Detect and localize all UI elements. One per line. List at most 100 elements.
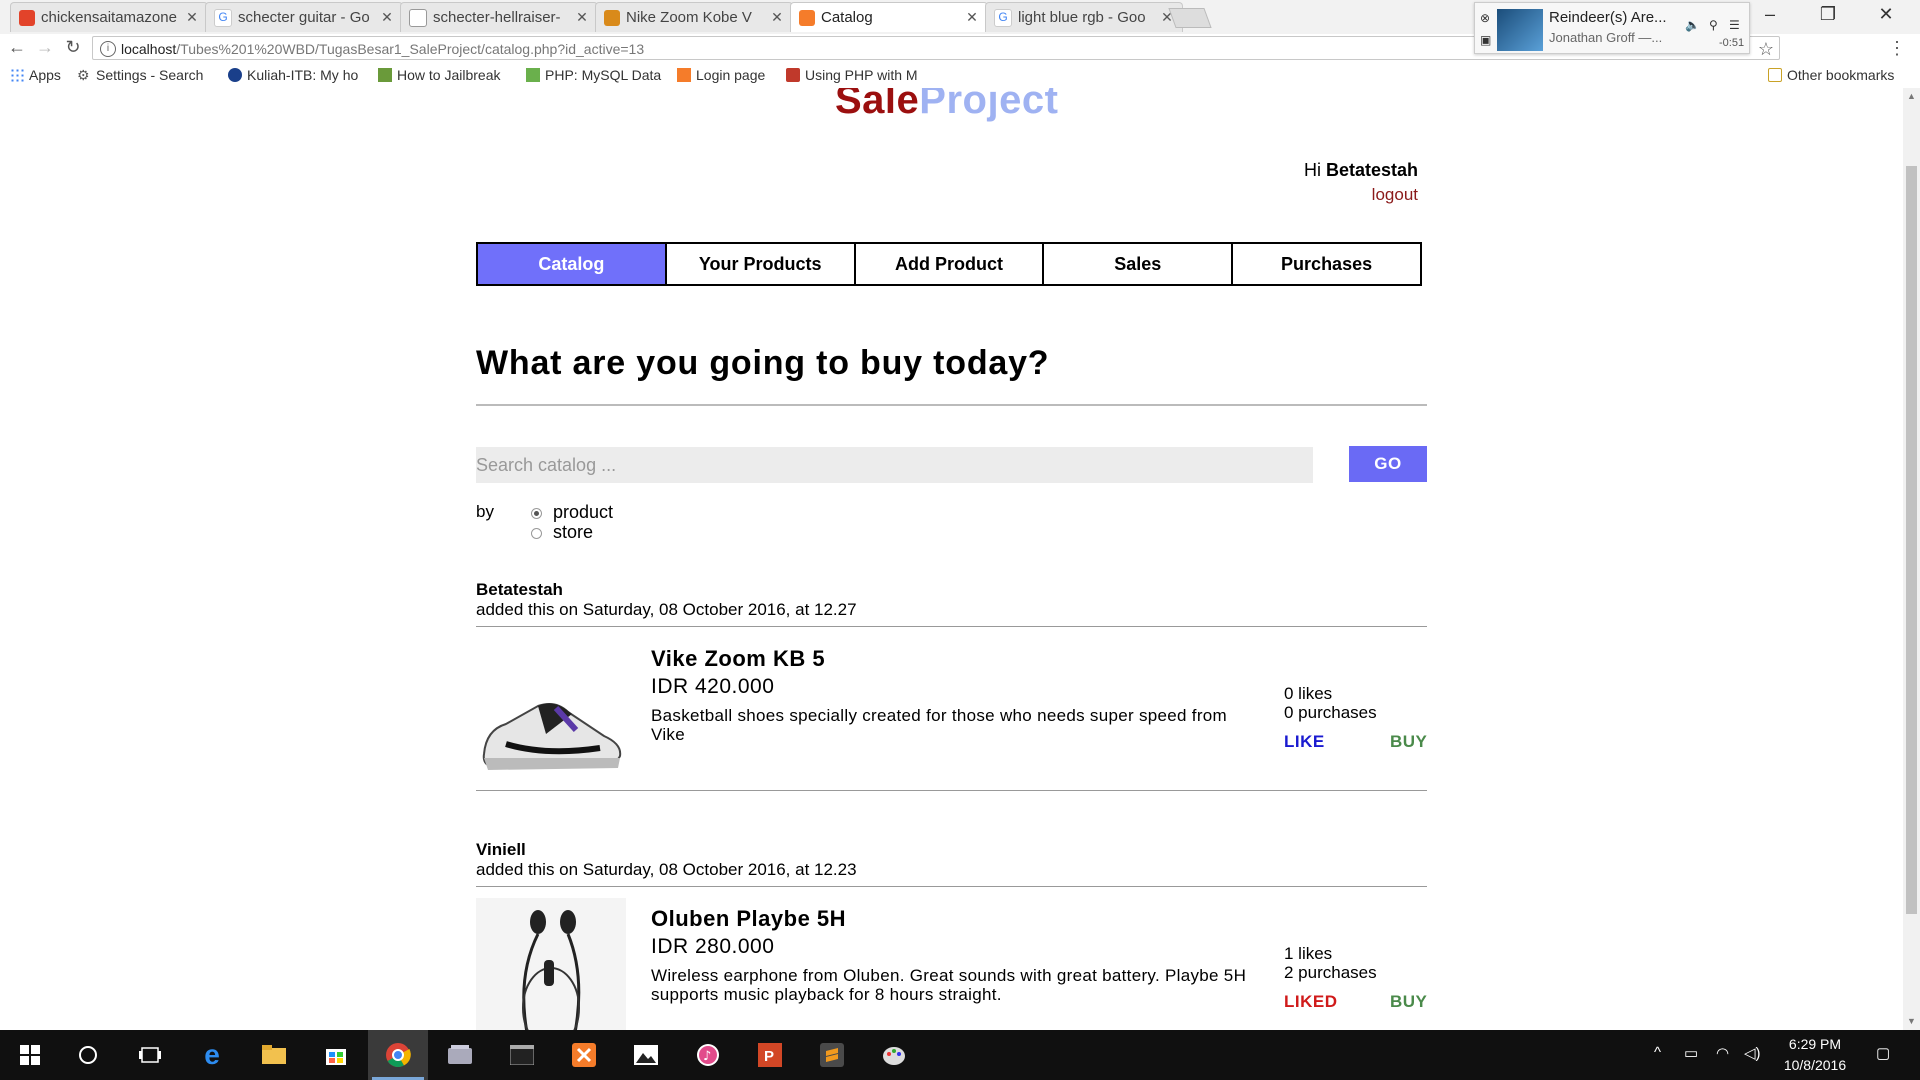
bookmark-settings[interactable]: ⚙ Settings - Search <box>77 67 212 83</box>
apps-grid-icon <box>10 68 24 82</box>
tab-light-blue-rgb[interactable]: G light blue rgb - Goo ✕ <box>985 2 1183 32</box>
tab-catalog[interactable]: Catalog ✕ <box>790 2 988 32</box>
search-input[interactable]: Search catalog ... <box>476 447 1313 483</box>
nav-catalog[interactable]: Catalog <box>478 244 665 284</box>
paint-icon[interactable] <box>864 1030 924 1080</box>
other-bookmarks[interactable]: Other bookmarks <box>1768 67 1894 83</box>
product-name[interactable]: Oluben Playbe 5H <box>651 906 846 932</box>
wifi-icon[interactable]: ◠ <box>1716 1044 1729 1062</box>
task-view-icon[interactable] <box>120 1030 180 1080</box>
product-description: Wireless earphone from Oluben. Great sou… <box>651 966 1247 1004</box>
media-time: -0:51 <box>1719 37 1745 49</box>
scrollbar-thumb[interactable] <box>1906 166 1917 914</box>
page-content: SaleProject Hi Betatestah logout Catalog… <box>0 88 1903 1030</box>
vertical-scrollbar[interactable]: ▲ ▼ <box>1903 88 1920 1030</box>
playlist-icon[interactable]: ☰ <box>1729 18 1740 32</box>
restore-button[interactable]: ❐ <box>1808 4 1848 25</box>
file-explorer-icon[interactable] <box>244 1030 304 1080</box>
close-icon[interactable]: ⊗ <box>1480 11 1490 25</box>
go-button[interactable]: GO <box>1349 446 1427 482</box>
minimize-button[interactable]: – <box>1750 4 1790 25</box>
volume-icon[interactable]: ◁) <box>1744 1044 1761 1062</box>
volume-icon[interactable]: 🔈 <box>1685 18 1700 32</box>
close-icon[interactable]: ✕ <box>380 9 394 26</box>
action-center-icon[interactable]: ▢ <box>1876 1044 1890 1062</box>
tab-nike-zoom[interactable]: Nike Zoom Kobe V ✕ <box>595 2 793 32</box>
windows-start-icon[interactable] <box>0 1030 60 1080</box>
radio-store[interactable] <box>531 528 542 539</box>
liked-button[interactable]: LIKED <box>1284 992 1338 1012</box>
php-icon <box>786 68 800 82</box>
forward-icon[interactable]: → <box>34 37 56 58</box>
product-price: IDR 280.000 <box>651 935 775 958</box>
itunes-icon[interactable]: ♪ <box>678 1030 738 1080</box>
radio-product-label: product <box>553 502 614 522</box>
close-icon[interactable]: ✕ <box>575 9 589 26</box>
bookmark-kuliah-itb[interactable]: Kuliah-ITB: My ho <box>228 67 364 83</box>
back-icon[interactable]: ← <box>6 37 28 58</box>
buy-button[interactable]: BUY <box>1390 732 1427 752</box>
search-icon[interactable]: ⚲ <box>1709 18 1718 32</box>
media-notification[interactable]: ⊗ ▣ Reindeer(s) Are... Jonathan Groff —.… <box>1474 2 1750 54</box>
photos-icon[interactable] <box>616 1030 676 1080</box>
bookmark-jailbreak[interactable]: How to Jailbreak <box>378 67 508 83</box>
close-icon[interactable]: ✕ <box>185 9 199 26</box>
chrome-icon: ▣ <box>1480 33 1492 47</box>
reload-icon[interactable]: ↻ <box>62 37 84 58</box>
gitlab-icon <box>19 9 35 26</box>
xampp-icon <box>799 9 815 26</box>
sublime-text-icon[interactable] <box>802 1030 862 1080</box>
chrome-icon[interactable] <box>368 1030 428 1080</box>
nav-purchases[interactable]: Purchases <box>1231 244 1420 284</box>
new-tab-button[interactable] <box>1168 8 1212 28</box>
added-date: added this on Saturday, 08 October 2016,… <box>476 860 857 879</box>
info-icon[interactable]: i <box>100 41 116 57</box>
scroll-down-icon[interactable]: ▼ <box>1903 1013 1920 1030</box>
nav-your-products[interactable]: Your Products <box>664 244 854 284</box>
powerpoint-icon[interactable]: P <box>740 1030 800 1080</box>
clock-time: 6:29 PM <box>1788 1036 1842 1052</box>
bookmark-using-php[interactable]: Using PHP with M <box>786 67 921 83</box>
radio-product[interactable] <box>531 508 542 519</box>
tab-schecter-hellraiser[interactable]: schecter-hellraiser- ✕ <box>400 2 598 32</box>
chrome-menu-icon[interactable]: ⋮ <box>1888 38 1906 59</box>
chevron-up-icon[interactable]: ^ <box>1654 1044 1661 1061</box>
edge-icon[interactable]: e <box>182 1030 242 1080</box>
xampp-icon[interactable] <box>554 1030 614 1080</box>
store-icon[interactable] <box>306 1030 366 1080</box>
logout-link[interactable]: logout <box>1372 185 1418 205</box>
likes-count: 1 likes <box>1284 944 1333 963</box>
battery-icon[interactable]: ▭ <box>1684 1044 1698 1062</box>
divider <box>476 404 1427 406</box>
product-name[interactable]: Vike Zoom KB 5 <box>651 646 825 672</box>
terminal-icon[interactable] <box>492 1030 552 1080</box>
clock-date: 10/8/2016 <box>1783 1057 1847 1073</box>
nav-sales[interactable]: Sales <box>1042 244 1232 284</box>
bookmarks-bar: Apps ⚙ Settings - Search Kuliah-ITB: My … <box>0 64 1920 88</box>
buy-button[interactable]: BUY <box>1390 992 1427 1012</box>
close-icon[interactable]: ✕ <box>965 9 979 26</box>
close-window-button[interactable]: ✕ <box>1866 4 1906 25</box>
bookmark-login-page[interactable]: Login page <box>677 67 765 83</box>
search-by-label: by <box>476 502 494 521</box>
bookmark-star-icon[interactable]: ☆ <box>1753 37 1779 61</box>
purchases-count: 0 purchases <box>1284 703 1377 722</box>
gear-icon: ⚙ <box>77 67 90 83</box>
app-icon[interactable] <box>430 1030 490 1080</box>
product-image-shoe[interactable] <box>476 644 626 784</box>
greeting: Hi Betatestah <box>1303 160 1418 180</box>
close-icon[interactable]: ✕ <box>770 9 784 26</box>
php-icon <box>526 68 540 82</box>
product-image-earphone[interactable] <box>476 898 626 1030</box>
nav-add-product[interactable]: Add Product <box>853 244 1043 284</box>
tab-chickensaitamazone[interactable]: chickensaitamazone ✕ <box>10 2 208 32</box>
seller-name: Viniell <box>476 840 526 859</box>
search-icon[interactable] <box>58 1030 118 1080</box>
bookmark-php-mysql[interactable]: PHP: MySQL Data <box>526 67 664 83</box>
scroll-up-icon[interactable]: ▲ <box>1903 88 1920 105</box>
bookmark-apps[interactable]: Apps <box>10 67 61 83</box>
like-button[interactable]: LIKE <box>1284 732 1325 752</box>
taskbar-clock[interactable]: 6:29 PM 10/8/2016 <box>1760 1034 1870 1076</box>
tab-schecter-guitar[interactable]: G schecter guitar - Go ✕ <box>205 2 403 32</box>
page-title: What are you going to buy today? <box>476 344 1050 382</box>
